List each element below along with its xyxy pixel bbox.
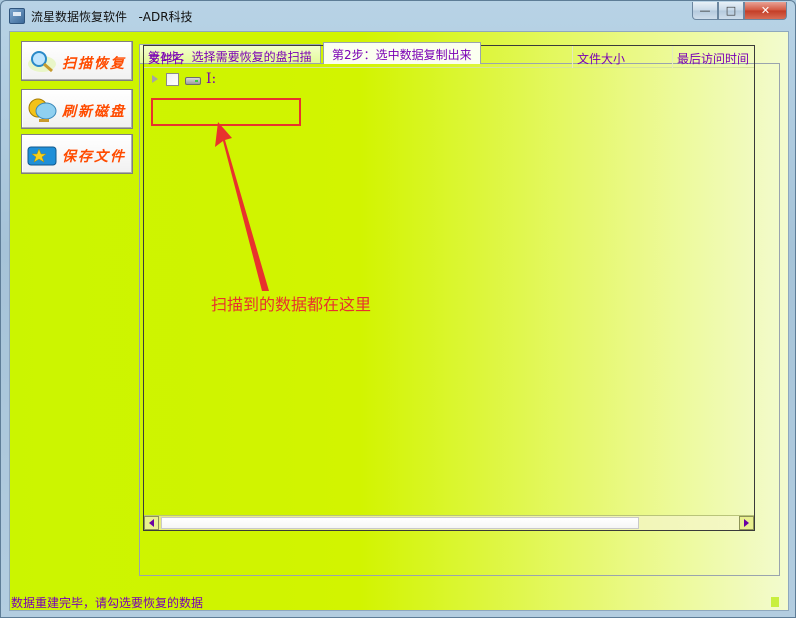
resize-grip-icon[interactable] <box>771 597 779 607</box>
tree-row[interactable]: I: <box>144 70 754 90</box>
drive-icon <box>185 77 201 85</box>
scroll-right-button[interactable] <box>739 516 754 530</box>
scan-recover-button[interactable]: 扫描恢复 <box>21 41 133 81</box>
annotation-text: 扫描到的数据都在这里 <box>211 295 372 314</box>
window-title: 流星数据恢复软件 -ADR科技 <box>31 10 193 24</box>
horizontal-scrollbar[interactable] <box>144 515 754 530</box>
scan-recover-label: 扫描恢复 <box>62 56 126 72</box>
expand-arrow-icon[interactable] <box>152 75 158 83</box>
save-files-label: 保存文件 <box>62 149 126 165</box>
scrollbar-thumb[interactable] <box>161 517 639 529</box>
save-files-button[interactable]: 保存文件 <box>21 134 133 174</box>
refresh-disk-button[interactable]: 刷新磁盘 <box>21 89 133 129</box>
drive-label: I: <box>206 71 217 87</box>
tab-step2-copy-data[interactable]: 第2步：选中数据复制出来 <box>323 42 481 64</box>
title-bar[interactable]: 流星数据恢复软件 -ADR科技 — □ ✕ <box>1 1 795 31</box>
window-controls: — □ ✕ <box>692 2 787 20</box>
app-icon <box>9 8 25 24</box>
refresh-disk-label: 刷新磁盘 <box>62 104 126 120</box>
arrow-left-icon <box>149 519 154 527</box>
row-checkbox[interactable] <box>166 73 179 86</box>
minimize-button[interactable]: — <box>692 2 718 20</box>
magnifier-icon <box>28 51 56 73</box>
arrow-right-icon <box>744 519 749 527</box>
star-folder-icon <box>27 146 57 166</box>
maximize-button[interactable]: □ <box>718 2 744 20</box>
app-window: 流星数据恢复软件 -ADR科技 — □ ✕ 扫描恢复 刷新磁盘 保存文件 第1步… <box>0 0 796 618</box>
close-button[interactable]: ✕ <box>744 2 787 20</box>
scroll-left-button[interactable] <box>144 516 159 530</box>
column-header-last-access[interactable]: 最后访问时间 <box>673 46 754 68</box>
column-header-filesize[interactable]: 文件大小 <box>573 46 673 68</box>
annotation-highlight-box <box>151 98 301 126</box>
status-text: 数据重建完毕，请勾选要恢复的数据 <box>11 596 204 610</box>
globe-balloon-icon <box>28 98 57 122</box>
